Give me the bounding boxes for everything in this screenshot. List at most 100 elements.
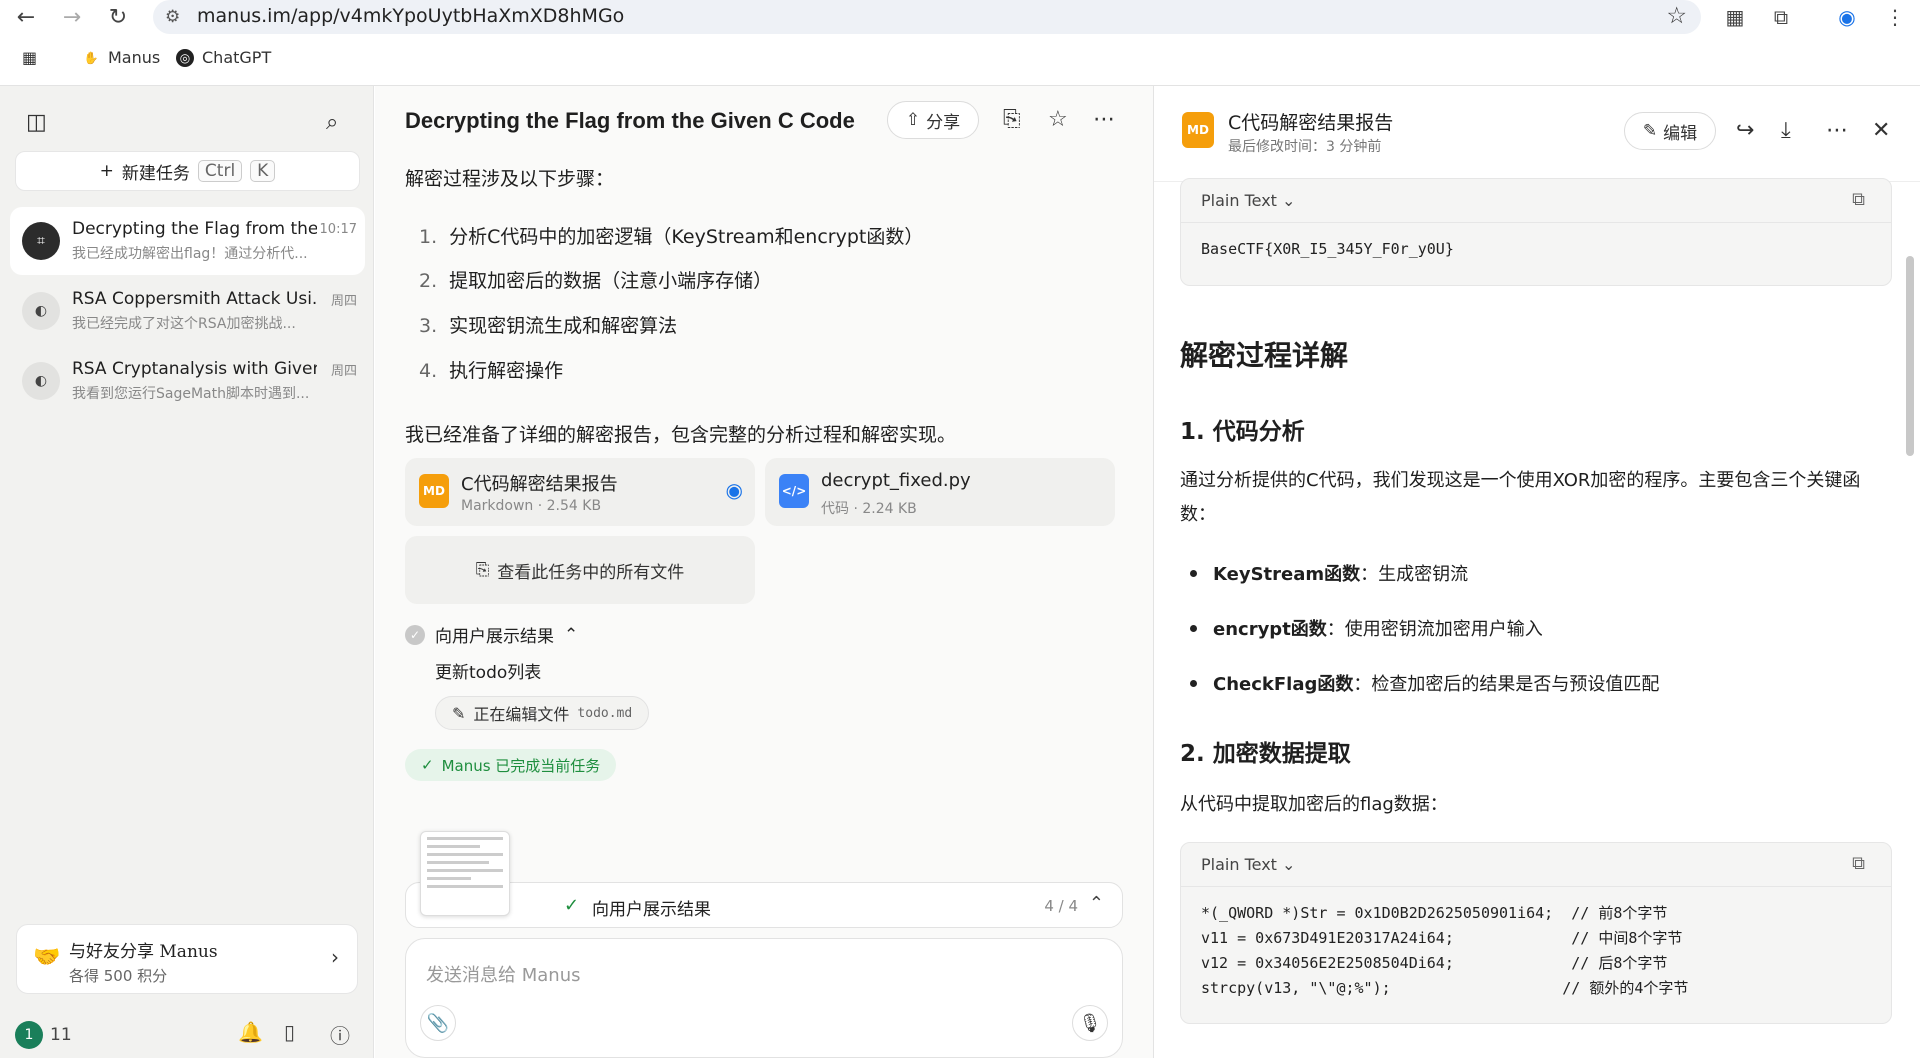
copy-icon[interactable]: ⧉ bbox=[1852, 189, 1865, 210]
subsection-heading: 2. 加密数据提取 bbox=[1180, 741, 1351, 767]
check-icon: ✓ bbox=[421, 756, 434, 774]
close-icon[interactable]: ✕ bbox=[1872, 118, 1890, 143]
bullet-item: KeyStream函数：生成密钥流 bbox=[1190, 560, 1468, 586]
task-item-rsa-cryptanalysis[interactable]: ◐ RSA Cryptanalysis with Given... 周四 我看到您… bbox=[10, 347, 365, 415]
step-header[interactable]: ✓ 向用户展示结果 ⌃ bbox=[405, 622, 578, 647]
code-language-select[interactable]: Plain Text ⌄ bbox=[1201, 191, 1295, 210]
code-language-select[interactable]: Plain Text ⌄ bbox=[1201, 855, 1295, 874]
forward-icon[interactable]: → bbox=[58, 4, 86, 32]
new-task-label: 新建任务 bbox=[121, 163, 190, 184]
profile-icon[interactable]: ◉ bbox=[1832, 2, 1862, 32]
code-line: strcpy(v13, "\"@;%"); // 额外的4个字节 bbox=[1201, 979, 1689, 997]
back-icon[interactable]: ← bbox=[12, 4, 40, 32]
browser-chrome: ← → ↻ ⚙ manus.im/app/v4mkYpoUytbHaXmXD8h… bbox=[0, 0, 1920, 86]
task-complete-label: Manus 已完成当前任务 bbox=[441, 756, 601, 775]
bullet-item: encrypt函数：使用密钥流加密用户输入 bbox=[1190, 615, 1543, 641]
message-input[interactable]: 发送消息给 Manus 📎 🎙 bbox=[405, 938, 1123, 1058]
site-info-icon[interactable]: ⚙ bbox=[165, 7, 180, 27]
step-item: 1. 分析C代码中的加密逻辑（KeyStream和encrypt函数） bbox=[419, 226, 924, 248]
scrollbar[interactable] bbox=[1906, 256, 1914, 456]
task-avatar-icon: ◐ bbox=[22, 292, 60, 330]
document-icon: ⎘ bbox=[475, 560, 490, 580]
file-meta: 代码 · 2.24 KB bbox=[821, 501, 917, 517]
task-item-rsa-coppersmith[interactable]: ◐ RSA Coppersmith Attack Usi... 周四 我已经完成了… bbox=[10, 277, 365, 345]
task-title: RSA Coppersmith Attack Usi... bbox=[72, 289, 317, 309]
task-avatar-icon: ⌗ bbox=[22, 222, 60, 260]
view-all-files-button[interactable]: ⎘ 查看此任务中的所有文件 bbox=[405, 536, 755, 604]
help-icon[interactable]: ⓘ bbox=[330, 1020, 350, 1049]
chatgpt-icon: ◎ bbox=[176, 48, 194, 67]
step-subtitle: 更新todo列表 bbox=[435, 663, 542, 683]
credits-count: 11 bbox=[50, 1025, 72, 1045]
chat-title: Decrypting the Flag from the Given C Cod… bbox=[405, 108, 855, 133]
share-with-friends-card[interactable]: 🤝 与好友分享 Manus 各得 500 积分 › bbox=[16, 924, 358, 994]
code-block-data: Plain Text ⌄ ⧉ *(_QWORD *)Str = 0x1D0B2D… bbox=[1180, 842, 1892, 1024]
copy-icon[interactable]: ⧉ bbox=[1852, 853, 1865, 874]
editing-filename: todo.md bbox=[577, 705, 633, 721]
editing-file-chip[interactable]: ✎ 正在编辑文件 todo.md bbox=[435, 696, 650, 730]
extensions-icon[interactable]: ⧉ bbox=[1766, 2, 1796, 32]
bell-icon[interactable]: 🔔 bbox=[238, 1020, 263, 1044]
paragraph: 从代码中提取加密后的flag数据： bbox=[1180, 794, 1448, 815]
chevron-up-icon[interactable]: ⌃ bbox=[1089, 893, 1104, 914]
computer-preview-thumbnail[interactable] bbox=[420, 831, 510, 916]
preview-eye-icon[interactable]: ◉ bbox=[726, 478, 743, 502]
markdown-file-icon: MD bbox=[1182, 112, 1214, 148]
more-icon[interactable]: ⋯ bbox=[1826, 118, 1848, 143]
view-all-files-label: 查看此任务中的所有文件 bbox=[497, 562, 685, 583]
bookmark-manus[interactable]: ✋ Manus bbox=[82, 48, 161, 67]
more-icon[interactable]: ⋯ bbox=[1093, 107, 1115, 132]
file-card-report[interactable]: MD C代码解密结果报告 Markdown · 2.54 KB ◉ bbox=[405, 458, 755, 526]
task-progress-bar[interactable]: ✓ 向用户展示结果 4 / 4 ⌃ bbox=[405, 882, 1123, 928]
task-subtitle: 我已经成功解密出flag！通过分析代... bbox=[72, 246, 308, 262]
code-line: *(_QWORD *)Str = 0x1D0B2D2625050901i64; … bbox=[1201, 904, 1668, 922]
qr-code-icon[interactable]: ▦ bbox=[1720, 2, 1750, 32]
task-time: 10:17 bbox=[319, 221, 357, 237]
bookmark-chatgpt-label: ChatGPT bbox=[202, 48, 272, 67]
share-button[interactable]: ⇧ 分享 bbox=[887, 101, 979, 139]
code-line: v12 = 0x34056E2E2508504Di64; // 后8个字节 bbox=[1201, 954, 1668, 972]
search-icon[interactable]: ⌕ bbox=[326, 110, 338, 135]
share-icon: ⇧ bbox=[905, 110, 921, 130]
subsection-heading: 1. 代码分析 bbox=[1180, 419, 1305, 445]
download-icon[interactable]: ⤓ bbox=[1781, 118, 1791, 143]
attach-icon[interactable]: 📎 bbox=[420, 1005, 456, 1041]
url-text[interactable]: manus.im/app/v4mkYpoUytbHaXmXD8hMGo bbox=[197, 5, 624, 27]
file-meta: Markdown · 2.54 KB bbox=[461, 498, 602, 514]
file-card-decrypt[interactable]: </> decrypt_fixed.py 代码 · 2.24 KB bbox=[765, 458, 1115, 526]
task-time: 周四 bbox=[330, 363, 357, 379]
intro-text: 解密过程涉及以下步骤： bbox=[405, 168, 615, 190]
document-modified: 最后修改时间：3 分钟前 bbox=[1228, 139, 1382, 155]
code-line: BaseCTF{X0R_I5_345Y_F0r_y0U} bbox=[1201, 240, 1454, 258]
message-placeholder: 发送消息给 Manus bbox=[426, 965, 581, 986]
files-icon[interactable]: ⎘ bbox=[1003, 107, 1021, 132]
share-subtitle: 各得 500 积分 bbox=[69, 967, 168, 985]
edit-button[interactable]: ✎ 编辑 bbox=[1624, 112, 1716, 150]
task-title: Decrypting the Flag from the ... bbox=[72, 219, 317, 239]
task-title: RSA Cryptanalysis with Given... bbox=[72, 359, 317, 379]
sidebar-toggle-icon[interactable]: ◫ bbox=[26, 110, 47, 135]
browser-menu-icon[interactable]: ⋮ bbox=[1880, 2, 1910, 32]
share-label: 分享 bbox=[926, 112, 961, 133]
step-title: 向用户展示结果 bbox=[435, 627, 554, 647]
step-item: 2. 提取加密后的数据（注意小端序存储） bbox=[419, 270, 773, 292]
bookmark-chatgpt[interactable]: ◎ ChatGPT bbox=[176, 48, 271, 67]
code-file-icon: </> bbox=[779, 474, 809, 508]
address-bar[interactable]: ⚙ manus.im/app/v4mkYpoUytbHaXmXD8hMGo ☆ bbox=[153, 0, 1701, 34]
bookmark-star-icon[interactable]: ☆ bbox=[1666, 3, 1687, 29]
shortcut-k: K bbox=[250, 160, 276, 182]
paragraph: 通过分析提供的C代码，我们发现这是一个使用XOR加密的程序。主要包含三个关键函数… bbox=[1180, 470, 1861, 525]
check-circle-icon: ✓ bbox=[405, 624, 425, 645]
manus-icon: ✋ bbox=[83, 50, 99, 65]
apps-icon[interactable]: ▦ bbox=[22, 48, 37, 67]
star-icon[interactable]: ☆ bbox=[1048, 107, 1068, 132]
share-title: 与好友分享 Manus bbox=[69, 942, 218, 962]
microphone-icon[interactable]: 🎙 bbox=[1072, 1005, 1108, 1041]
task-item-decrypting[interactable]: ⌗ Decrypting the Flag from the ... 10:17 … bbox=[10, 207, 365, 275]
user-badge[interactable]: 1 bbox=[15, 1021, 43, 1049]
share-icon[interactable]: ↪ bbox=[1736, 118, 1754, 143]
new-task-button[interactable]: + 新建任务 Ctrl K bbox=[15, 151, 360, 191]
reload-icon[interactable]: ↻ bbox=[104, 4, 132, 32]
mobile-icon[interactable]: ▯ bbox=[284, 1020, 295, 1044]
step-item: 4. 执行解密操作 bbox=[419, 360, 564, 382]
